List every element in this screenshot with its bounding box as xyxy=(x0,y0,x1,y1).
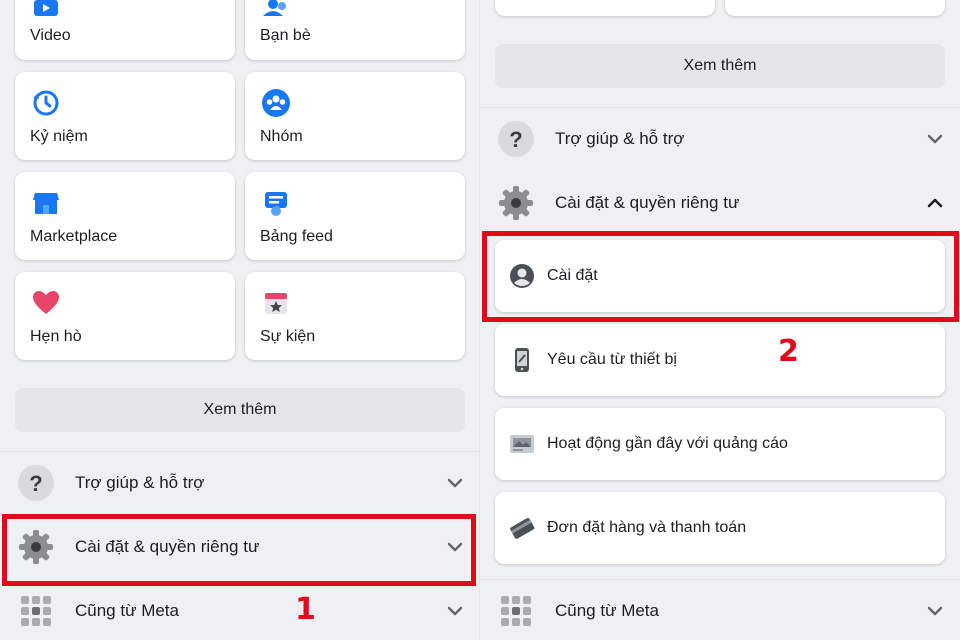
shortcut-card-partial[interactable] xyxy=(495,0,715,16)
shortcut-video[interactable]: Video xyxy=(15,0,235,60)
settings-item-label: Yêu cầu từ thiết bị xyxy=(547,351,677,368)
divider xyxy=(480,107,960,108)
shortcut-feed[interactable]: Bảng feed xyxy=(245,172,465,260)
menu-label: Trợ giúp & hỗ trợ xyxy=(75,473,205,492)
help-icon: ? xyxy=(497,120,535,158)
gear-icon xyxy=(497,184,535,222)
video-icon xyxy=(34,0,58,16)
chevron-down-icon xyxy=(447,478,463,488)
settings-item-label: Đơn đặt hàng và thanh toán xyxy=(547,519,747,536)
shortcut-events[interactable]: Sự kiện xyxy=(245,272,465,360)
right-panel: Xem thêm ? Trợ giúp & hỗ trợ Cài đặt & q… xyxy=(480,0,960,640)
step-marker: 1 xyxy=(295,592,316,627)
meta-apps-icon xyxy=(497,592,535,630)
help-icon: ? xyxy=(17,464,55,502)
highlight-box-step-1 xyxy=(2,514,476,586)
shortcut-dating[interactable]: Hẹn hò xyxy=(15,272,235,360)
shortcut-friends[interactable]: Bạn bè xyxy=(245,0,465,60)
shortcut-label: Sự kiện xyxy=(260,328,316,345)
marketplace-icon xyxy=(33,193,59,214)
menu-label: Cài đặt & quyền riêng tư xyxy=(555,193,740,212)
shortcut-card-partial[interactable] xyxy=(725,0,945,16)
dating-icon xyxy=(33,291,59,314)
see-more-button[interactable]: Xem thêm xyxy=(495,44,945,88)
shortcut-label: Hẹn hò xyxy=(30,328,82,345)
menu-help[interactable]: ? Trợ giúp & hỗ trợ xyxy=(17,453,463,513)
menu-settings-privacy[interactable]: Cài đặt & quyền riêng tư xyxy=(497,173,943,233)
shortcut-label: Marketplace xyxy=(30,228,118,245)
settings-item-label: Hoạt động gần đây với quảng cáo xyxy=(547,435,788,452)
left-panel: Video Bạn bè Kỷ niệm Nhóm Marketplace Bả… xyxy=(0,0,480,640)
shortcut-label: Kỷ niệm xyxy=(30,128,88,145)
svg-text:?: ? xyxy=(509,127,522,152)
chevron-up-icon xyxy=(927,198,943,208)
settings-item-recent-ad-activity[interactable]: Hoạt động gần đây với quảng cáo xyxy=(495,408,945,480)
menu-label: Trợ giúp & hỗ trợ xyxy=(555,129,685,148)
meta-apps-icon xyxy=(17,592,55,630)
shortcut-label: Bạn bè xyxy=(260,27,311,44)
highlight-box-step-2 xyxy=(482,231,959,322)
ad-activity-icon xyxy=(509,431,535,457)
divider xyxy=(0,451,480,452)
shortcut-groups[interactable]: Nhóm xyxy=(245,72,465,160)
divider xyxy=(480,579,960,580)
step-marker: 2 xyxy=(778,334,799,369)
chevron-down-icon xyxy=(927,134,943,144)
payment-card-icon xyxy=(509,515,535,541)
friends-icon xyxy=(263,0,286,16)
shortcut-label: Bảng feed xyxy=(260,228,333,245)
feed-icon xyxy=(265,192,287,216)
memories-icon xyxy=(33,90,59,116)
groups-icon xyxy=(262,89,290,117)
events-icon xyxy=(265,293,287,314)
chevron-down-icon xyxy=(927,606,943,616)
svg-text:?: ? xyxy=(29,471,42,496)
shortcut-memories[interactable]: Kỷ niệm xyxy=(15,72,235,160)
menu-help[interactable]: ? Trợ giúp & hỗ trợ xyxy=(497,109,943,169)
menu-label: Cũng từ Meta xyxy=(75,601,179,620)
settings-item-device-requests[interactable]: Yêu cầu từ thiết bị xyxy=(495,324,945,396)
shortcut-marketplace[interactable]: Marketplace xyxy=(15,172,235,260)
chevron-down-icon xyxy=(447,606,463,616)
shortcut-label: Video xyxy=(30,27,71,44)
menu-also-from-meta[interactable]: Cũng từ Meta xyxy=(497,581,943,640)
menu-label: Cũng từ Meta xyxy=(555,601,659,620)
device-request-icon xyxy=(509,347,535,373)
see-more-button[interactable]: Xem thêm xyxy=(15,388,465,432)
menu-also-from-meta[interactable]: Cũng từ Meta xyxy=(17,581,463,640)
settings-item-orders-payments[interactable]: Đơn đặt hàng và thanh toán xyxy=(495,492,945,564)
shortcut-label: Nhóm xyxy=(260,128,303,145)
